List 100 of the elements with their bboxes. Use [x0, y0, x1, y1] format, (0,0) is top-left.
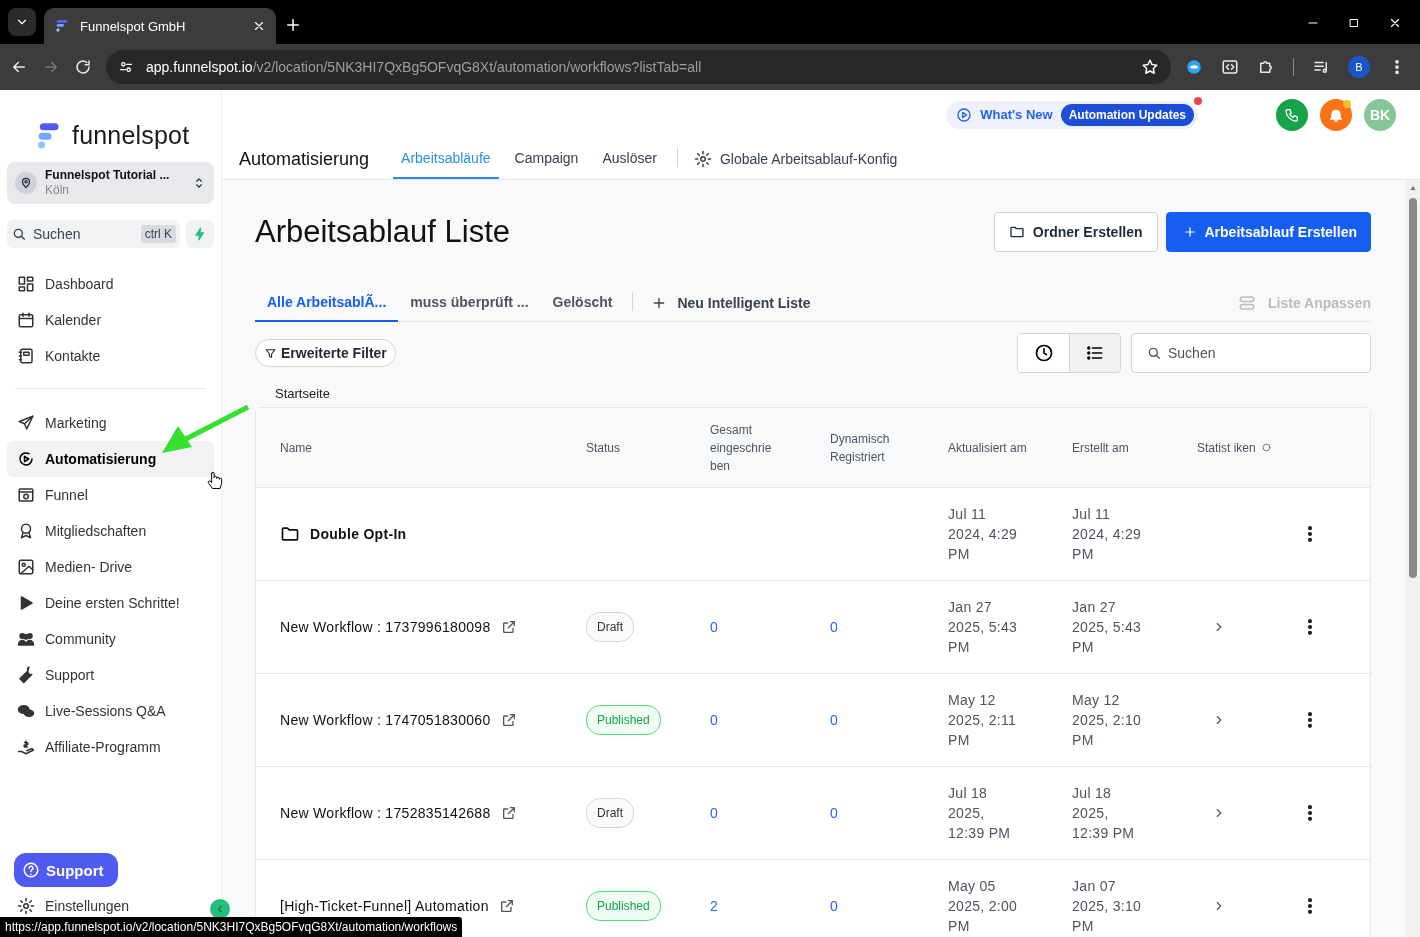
- section-title: Automatisierung: [239, 147, 370, 171]
- external-link-icon[interactable]: [498, 898, 515, 914]
- sidebar-item[interactable]: Community: [7, 621, 214, 657]
- maximize-icon[interactable]: [1348, 17, 1360, 29]
- extensions-icon[interactable]: [1257, 58, 1275, 76]
- external-link-icon[interactable]: [500, 619, 517, 635]
- scrollbar[interactable]: [1406, 180, 1420, 937]
- folder-icon: [1008, 224, 1025, 240]
- config-tab[interactable]: Globale Arbeitsablauf-Konfig: [685, 139, 906, 179]
- paper-plane-icon: [17, 414, 35, 432]
- nav-tab[interactable]: Campaign: [506, 139, 587, 179]
- sidebar-item[interactable]: Medien- Drive: [7, 549, 214, 585]
- sidebar-item[interactable]: Marketing: [7, 405, 214, 441]
- site-settings-icon: [118, 59, 134, 75]
- hand-coin-icon: [17, 738, 35, 756]
- sidebar-item[interactable]: Support: [7, 657, 214, 693]
- folder-icon: [280, 524, 300, 544]
- sidebar-item[interactable]: Live-Sessions Q&A: [7, 693, 214, 729]
- search-icon: [11, 226, 27, 242]
- status-badge: Published: [586, 705, 661, 735]
- status-url-tooltip: https://app.funnelspot.io/v2/location/5NK3HI7QxBg5OFvqG8Xt/automation/workflows: [0, 917, 463, 937]
- phone-button[interactable]: [1276, 98, 1308, 131]
- sidebar-item[interactable]: Deine ersten Schritte!: [7, 585, 214, 621]
- registered-count[interactable]: 0: [830, 805, 838, 821]
- view-toggle-button[interactable]: [1018, 334, 1069, 372]
- image-icon: [17, 558, 35, 576]
- profile-avatar[interactable]: B: [1348, 56, 1370, 78]
- whats-new-label: What's New: [980, 107, 1053, 123]
- external-link-icon[interactable]: [500, 712, 517, 728]
- workflow-name[interactable]: New Workflow : 1752835142688: [280, 805, 491, 821]
- workflow-name[interactable]: New Workflow : 1737996180098: [280, 619, 491, 635]
- contacts-icon: [17, 347, 35, 365]
- settings-link[interactable]: Einstellungen: [7, 897, 214, 915]
- close-icon[interactable]: [252, 19, 266, 33]
- nav-tab[interactable]: Auslöser: [594, 139, 665, 179]
- registered-count[interactable]: 0: [830, 619, 838, 635]
- workflow-name[interactable]: [High-Ticket-Funnel] Automation: [280, 898, 489, 914]
- view-toggle-button[interactable]: [1069, 334, 1120, 372]
- workflow-name[interactable]: New Workflow : 1747051830060: [280, 712, 491, 728]
- sidebar-item[interactable]: Funnel: [7, 477, 214, 513]
- sidebar-item[interactable]: Kalender: [7, 302, 214, 338]
- advanced-filter-button[interactable]: Erweiterte Filter: [255, 339, 396, 367]
- date-cell-text: May 12 2025, 2:10 PM: [1072, 691, 1143, 750]
- address-field[interactable]: app.funnelspot.io/v2/location/5NK3HI7QxBg5OFvqG8Xt/automation/workflows?listTab=all: [106, 50, 1171, 84]
- logo-text: funnelspot: [72, 120, 190, 150]
- list-tab[interactable]: Alle ArbeitsablÃ...: [255, 284, 399, 322]
- play-circle-icon: [17, 450, 35, 468]
- url-text: app.funnelspot.io/v2/location/5NK3HI7QxBg5OFvqG8Xt/automation/workflows?listTab=all: [146, 59, 702, 75]
- create-folder-button[interactable]: Ordner Erstellen: [993, 212, 1158, 252]
- settings-icon: [17, 897, 35, 915]
- filter-icon: [264, 346, 277, 360]
- plus-icon: [1182, 225, 1197, 239]
- list-tab[interactable]: muss überprüft ...: [398, 284, 541, 322]
- list-tab[interactable]: Gelöscht: [540, 284, 625, 322]
- sidebar-item[interactable]: Automatisierung: [7, 441, 214, 477]
- funnel-logo-icon: [54, 18, 70, 34]
- search-field[interactable]: Suchen: [1131, 333, 1371, 373]
- sidebar-item[interactable]: Mitgliedschaften: [7, 513, 214, 549]
- chat-bubbles-icon: [17, 702, 35, 720]
- folder-name[interactable]: Double Opt-In: [310, 526, 407, 542]
- enrolled-count[interactable]: 0: [710, 619, 718, 635]
- enrolled-count[interactable]: 2: [710, 898, 718, 914]
- account-city: Köln: [45, 183, 71, 198]
- new-tab-icon[interactable]: [284, 16, 302, 34]
- date-cell-text: Jul 11 2024, 4:29 PM: [948, 505, 1019, 564]
- help-icon: [22, 861, 40, 879]
- sidebar-item[interactable]: Kontakte: [7, 338, 214, 374]
- close-icon[interactable]: [1388, 16, 1402, 30]
- enrolled-count[interactable]: 0: [710, 805, 718, 821]
- registered-count[interactable]: 0: [830, 898, 838, 914]
- external-link-icon[interactable]: [500, 805, 517, 821]
- date-cell-text: May 12 2025, 2:11 PM: [948, 691, 1018, 750]
- registered-count[interactable]: 0: [830, 712, 838, 728]
- search-icon: [1146, 345, 1162, 361]
- scroll-up-icon: [1409, 184, 1417, 192]
- account-switcher[interactable]: Funnelspot Tutorial ... Köln: [7, 162, 214, 204]
- enrolled-count[interactable]: 0: [710, 712, 718, 728]
- date-cell-text: Jan 27 2025, 5:43 PM: [948, 598, 1019, 657]
- code-extension-icon[interactable]: [1221, 58, 1239, 76]
- browser-tab[interactable]: Funnelspot GmbH: [44, 8, 276, 44]
- date-cell-text: Jul 18 2025, 12:39 PM: [948, 784, 1012, 843]
- calendar-icon: [17, 311, 35, 329]
- notifications-button[interactable]: [1320, 98, 1352, 131]
- support-button[interactable]: Support: [14, 853, 118, 887]
- search-field[interactable]: Suchen ctrl K: [7, 220, 180, 248]
- status-badge: Published: [586, 891, 661, 921]
- reload-icon[interactable]: [74, 58, 92, 76]
- column-header: Statist iken: [1197, 439, 1256, 457]
- sidebar-item[interactable]: Dashboard: [7, 266, 214, 302]
- column-header: Gesamt eingeschrie ben: [710, 421, 773, 475]
- breadcrumb: Startseite: [274, 385, 331, 403]
- nav-tab[interactable]: Arbeitsabläufe: [393, 139, 499, 179]
- info-icon: [1261, 443, 1271, 452]
- tab-search-button[interactable]: [8, 8, 36, 36]
- bookmark-star-icon[interactable]: [1141, 58, 1159, 76]
- create-workflow-button[interactable]: Arbeitsablauf Erstellen: [1165, 212, 1371, 252]
- history-icon: [1033, 343, 1054, 363]
- sidebar-item[interactable]: Affiliate-Programm: [7, 729, 214, 765]
- status-badge: Draft: [586, 798, 634, 828]
- new-smart-list-button[interactable]: Neu Intelligent Liste: [641, 284, 821, 321]
